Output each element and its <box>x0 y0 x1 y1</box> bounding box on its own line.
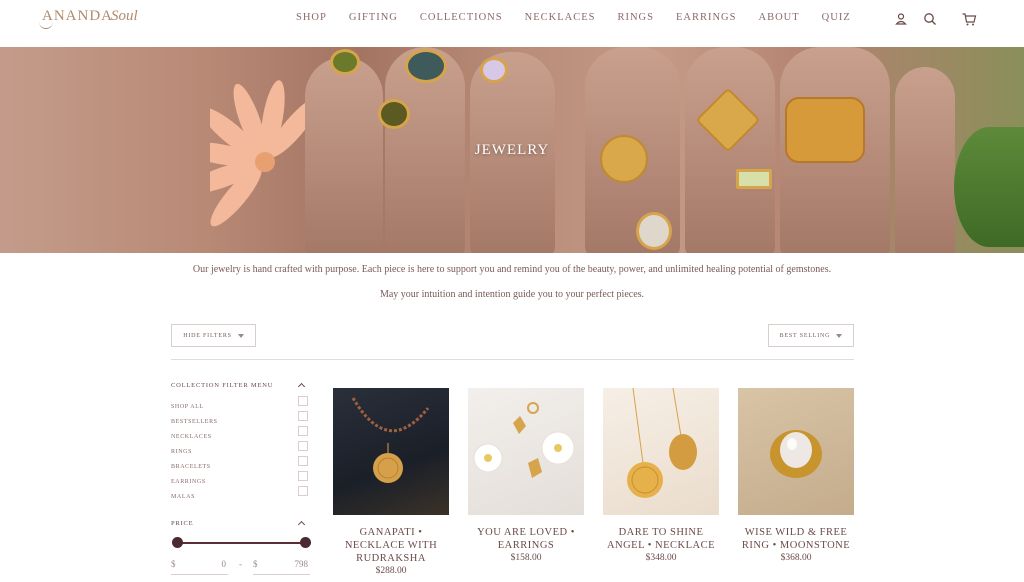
moonstone-gem <box>636 212 672 250</box>
logo-swirl <box>39 21 53 29</box>
filter-malas[interactable]: MALAS <box>171 485 308 500</box>
filter-bestsellers[interactable]: BESTSELLERS <box>171 410 308 425</box>
hide-filters-label: HIDE FILTERS <box>183 332 232 339</box>
brand-script: Soul <box>111 8 138 24</box>
product-card[interactable]: WISE WILD & FREE RING • MOONSTONE $368.0… <box>738 388 854 563</box>
product-name[interactable]: YOU ARE LOVED • EARRINGS <box>468 526 584 552</box>
filter-checkbox[interactable] <box>298 411 308 421</box>
opal-gem <box>480 57 508 83</box>
filter-checkbox[interactable] <box>298 426 308 436</box>
sort-label: BEST SELLING <box>779 332 831 339</box>
nav-necklaces[interactable]: NECKLACES <box>525 12 596 24</box>
product-name[interactable]: DARE TO SHINE ANGEL • NECKLACE <box>603 526 719 552</box>
chevron-down-icon <box>836 333 843 338</box>
nav-quiz[interactable]: QUIZ <box>822 12 851 24</box>
cart-icon[interactable] <box>961 11 977 27</box>
product-image[interactable] <box>603 388 719 515</box>
necklace-illustration <box>627 388 697 498</box>
green-gem <box>330 49 360 75</box>
nav-earrings[interactable]: EARRINGS <box>676 12 737 24</box>
product-name[interactable]: GANAPATI • NECKLACE WITH RUDRAKSHA <box>333 526 449 565</box>
hero-banner: JEWELRY <box>0 47 1024 253</box>
price-slider-max-handle[interactable] <box>300 537 311 548</box>
product-image[interactable] <box>333 388 449 515</box>
product-price: $158.00 <box>510 553 542 563</box>
product-card[interactable]: YOU ARE LOVED • EARRINGS $158.00 <box>468 388 584 563</box>
flower-illustration <box>210 80 320 227</box>
hero-finger <box>895 67 955 253</box>
product-price: $348.00 <box>645 553 677 563</box>
price-slider-min-handle[interactable] <box>172 537 183 548</box>
product-image[interactable] <box>738 388 854 515</box>
chevron-up-icon[interactable] <box>297 382 306 391</box>
product-name[interactable]: WISE WILD & FREE RING • MOONSTONE <box>738 526 854 552</box>
divider <box>171 359 854 360</box>
olive-gem <box>378 99 410 129</box>
filter-checkbox[interactable] <box>298 471 308 481</box>
filter-bracelets[interactable]: BRACELETS <box>171 455 308 470</box>
nav-rings[interactable]: RINGS <box>617 12 654 24</box>
filter-label: MALAS <box>171 494 196 500</box>
intro-subtext: May your intuition and intention guide y… <box>379 289 645 300</box>
nav-collections[interactable]: COLLECTIONS <box>420 12 503 24</box>
nav-gifting[interactable]: GIFTING <box>349 12 398 24</box>
filter-checkbox[interactable] <box>298 441 308 451</box>
filter-rings[interactable]: RINGS <box>171 440 308 455</box>
account-icon[interactable] <box>893 11 909 27</box>
intro-text: Our jewelry is hand crafted with purpose… <box>192 264 832 275</box>
price-filter-title[interactable]: PRICE <box>171 520 193 527</box>
header-icons <box>893 11 983 27</box>
earrings-illustration <box>473 402 575 478</box>
hide-filters-button[interactable]: HIDE FILTERS <box>171 324 256 347</box>
search-icon[interactable] <box>922 11 938 27</box>
chevron-down-icon <box>237 333 244 338</box>
product-price: $288.00 <box>375 566 407 576</box>
filter-necklaces[interactable]: NECKLACES <box>171 425 308 440</box>
site-header: ANANDASoul SHOP GIFTING COLLECTIONS NECK… <box>0 0 1024 47</box>
product-card[interactable]: GANAPATI • NECKLACE WITH RUDRAKSHA $288.… <box>333 388 449 576</box>
hero-title: JEWELRY <box>474 142 550 158</box>
ring-illustration <box>770 430 822 478</box>
price-max-input[interactable]: $ 798 <box>253 557 310 575</box>
price-min-value: 0 <box>221 559 227 569</box>
product-image[interactable] <box>468 388 584 515</box>
blue-gem <box>405 49 447 83</box>
nav-shop[interactable]: SHOP <box>296 12 327 24</box>
chevron-up-icon[interactable] <box>297 520 306 529</box>
product-card[interactable]: DARE TO SHINE ANGEL • NECKLACE $348.00 <box>603 388 719 563</box>
currency-symbol: $ <box>171 559 176 569</box>
necklace-illustration <box>351 397 430 483</box>
nav-about[interactable]: ABOUT <box>758 12 799 24</box>
filter-checkbox[interactable] <box>298 396 308 406</box>
main-nav: SHOP GIFTING COLLECTIONS NECKLACES RINGS… <box>296 12 873 24</box>
price-min-input[interactable]: $ 0 <box>171 557 228 575</box>
filter-checkbox[interactable] <box>298 486 308 496</box>
filter-earrings[interactable]: EARRINGS <box>171 470 308 485</box>
price-slider-track[interactable] <box>177 542 306 544</box>
filter-shop-all[interactable]: SHOP ALL <box>171 395 308 410</box>
collection-filter-title[interactable]: COLLECTION FILTER MENU <box>171 382 273 389</box>
price-range-separator: - <box>239 559 242 569</box>
filter-checkbox[interactable] <box>298 456 308 466</box>
sort-select[interactable]: BEST SELLING <box>768 324 854 347</box>
price-max-value: 798 <box>294 559 309 569</box>
brand-logo[interactable]: ANANDASoul <box>39 7 138 29</box>
currency-symbol: $ <box>253 559 258 569</box>
product-price: $368.00 <box>780 553 812 563</box>
peridot-gem <box>736 169 772 189</box>
